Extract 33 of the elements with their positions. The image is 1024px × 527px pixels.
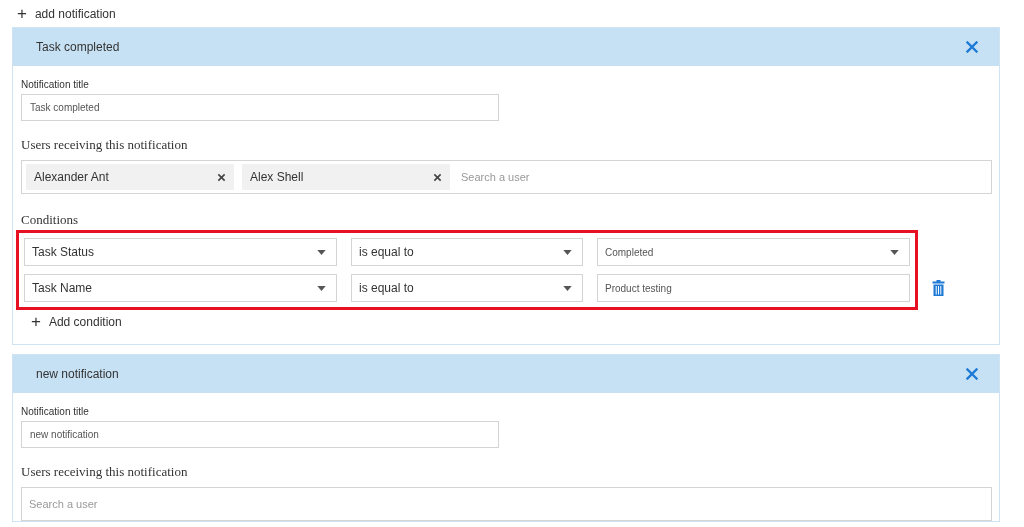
close-icon[interactable] xyxy=(966,368,978,380)
remove-icon[interactable] xyxy=(217,172,226,182)
field-label: Notification title xyxy=(21,406,89,417)
operator-dropdown[interactable]: is equal to xyxy=(351,238,583,266)
title-input[interactable]: Task completed xyxy=(21,94,499,121)
user-name: Alex Shell xyxy=(250,170,304,184)
user-search-input[interactable]: Search a user xyxy=(458,170,987,184)
close-icon[interactable] xyxy=(966,41,978,53)
caret-icon xyxy=(317,285,326,291)
user-name: Alexander Ant xyxy=(34,170,109,184)
notification-name: Task completed xyxy=(36,40,120,54)
value-dropdown[interactable]: Completed xyxy=(597,238,910,266)
caret-icon xyxy=(317,249,326,255)
section-label: Users receiving this notification xyxy=(21,137,188,153)
remove-icon[interactable] xyxy=(433,172,442,182)
user-search-input[interactable]: Search a user xyxy=(26,497,987,511)
field-dropdown[interactable]: Task Status xyxy=(24,238,337,266)
notification-name: new notification xyxy=(36,367,119,381)
field-dropdown[interactable]: Task Name xyxy=(24,274,337,302)
add-notification-button[interactable]: + add notification xyxy=(17,5,116,22)
value-input[interactable]: Product testing xyxy=(597,274,910,302)
field-label: Notification title xyxy=(21,79,89,90)
title-input[interactable]: new notification xyxy=(21,421,499,448)
section-label: Conditions xyxy=(21,212,79,228)
user-picker[interactable]: Alexander Ant Alex Shell Search a user xyxy=(21,160,992,194)
user-picker[interactable]: Search a user xyxy=(21,487,992,521)
trash-icon[interactable] xyxy=(932,280,945,296)
caret-icon xyxy=(890,249,899,255)
section-label: Users receiving this notification xyxy=(21,464,188,480)
add-condition-button[interactable]: + Add condition xyxy=(31,313,122,330)
operator-dropdown[interactable]: is equal to xyxy=(351,274,583,302)
caret-icon xyxy=(563,285,572,291)
caret-icon xyxy=(563,249,572,255)
